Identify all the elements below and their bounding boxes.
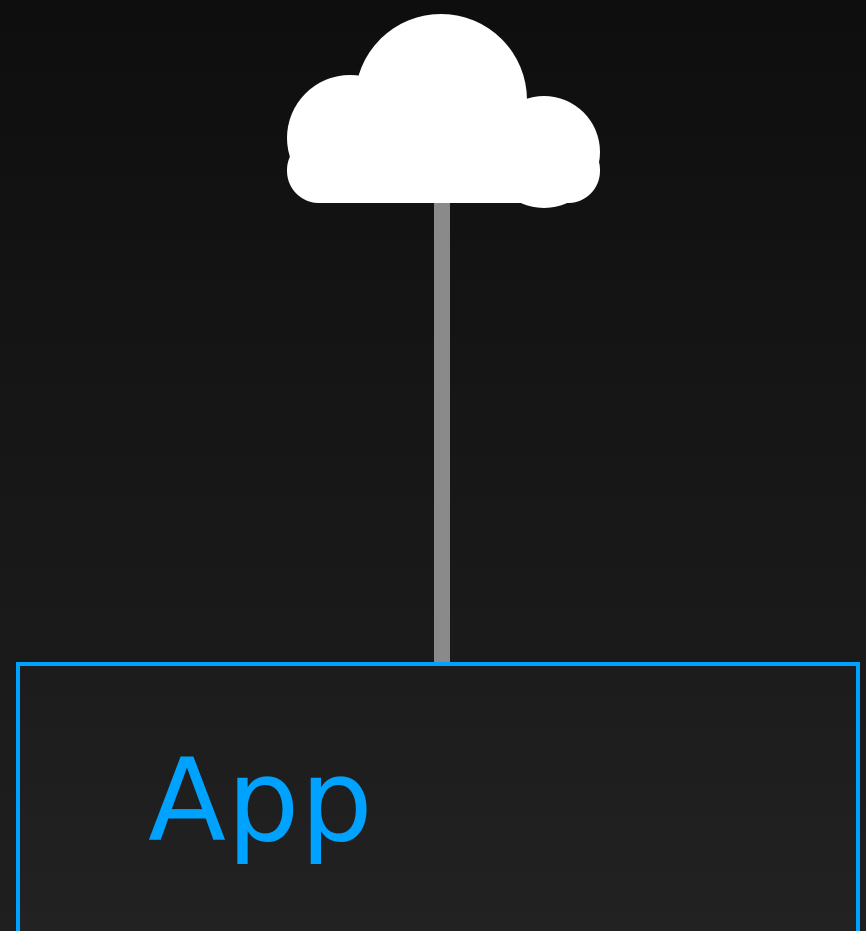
connector-line xyxy=(434,196,450,666)
diagram-canvas: App xyxy=(0,0,866,931)
cloud-icon xyxy=(287,14,600,208)
app-label: App xyxy=(148,734,374,867)
app-node[interactable]: App xyxy=(16,662,860,931)
